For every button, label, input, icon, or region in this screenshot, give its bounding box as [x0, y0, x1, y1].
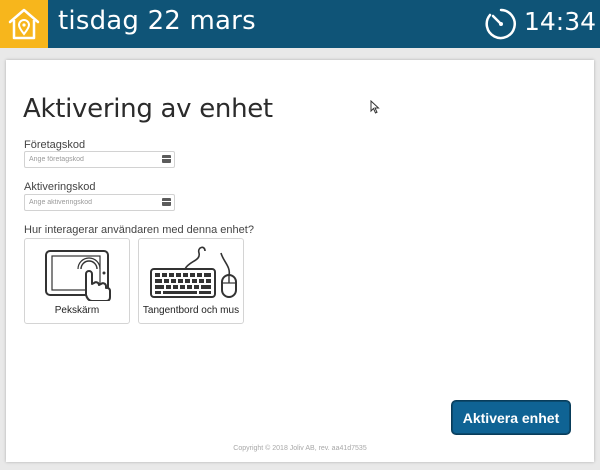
header-date: tisdag 22 mars: [58, 6, 256, 36]
option-keyboard-mouse-label: Tangentbord och mus: [142, 305, 240, 316]
keyboard-icon[interactable]: [162, 198, 171, 206]
option-keyboard-mouse[interactable]: Tangentbord och mus: [138, 238, 244, 324]
keyboard-icon[interactable]: [162, 155, 171, 163]
house-location-icon: [8, 8, 40, 40]
activation-code-input[interactable]: [29, 196, 157, 209]
activate-device-button[interactable]: Aktivera enhet: [452, 401, 570, 434]
option-touchscreen-label: Pekskärm: [54, 305, 100, 316]
interaction-question: Hur interagerar användaren med denna enh…: [24, 224, 254, 236]
activation-code-field[interactable]: [24, 194, 175, 211]
mouse-pointer-icon: [370, 100, 380, 114]
tablet-touch-icon: [45, 250, 111, 301]
clock-icon: [485, 8, 516, 40]
page-title: Aktivering av enhet: [23, 94, 273, 124]
app-logo: [0, 0, 48, 48]
company-code-input[interactable]: [29, 153, 157, 166]
activation-card: Aktivering av enhet Företagskod Aktiveri…: [6, 60, 594, 462]
option-touchscreen[interactable]: Pekskärm: [24, 238, 130, 324]
company-code-field[interactable]: [24, 151, 175, 168]
top-bar: tisdag 22 mars 14:34: [0, 0, 600, 48]
company-code-label: Företagskod: [24, 139, 86, 151]
keyboard-mouse-icon: [150, 246, 237, 298]
activation-code-label: Aktiveringskod: [24, 181, 96, 193]
header-time: 14:34: [524, 7, 597, 36]
copyright-text: Copyright © 2018 Joliv AB, rev. aa41d753…: [233, 445, 367, 452]
